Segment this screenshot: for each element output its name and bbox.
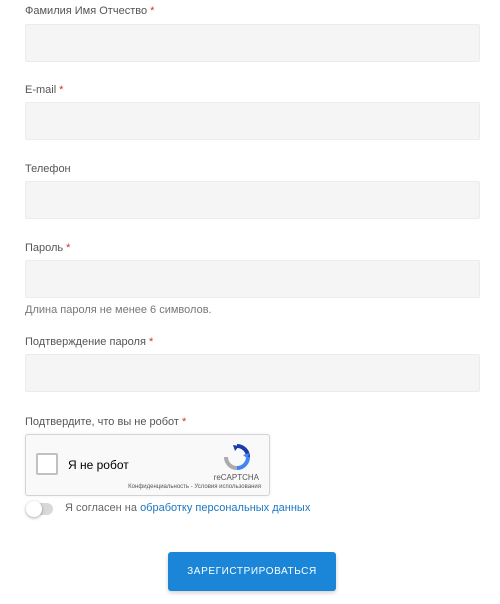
password-label: Пароль * [25, 241, 70, 255]
captcha-label: Подтвердите, что вы не робот * [25, 415, 186, 429]
terms-link[interactable]: Условия использования [194, 484, 261, 490]
privacy-link[interactable]: Конфиденциальность [128, 484, 189, 490]
fullname-input[interactable] [25, 24, 480, 62]
consent-toggle[interactable] [26, 501, 53, 517]
password-confirm-input[interactable] [25, 354, 480, 392]
email-input[interactable] [25, 102, 480, 140]
personal-data-link[interactable]: обработку персональных данных [140, 502, 310, 514]
required-mark: * [66, 242, 71, 254]
email-label: E-mail * [25, 83, 63, 97]
required-mark: * [148, 336, 154, 348]
recaptcha-links: Конфиденциальность - Условия использован… [128, 484, 261, 490]
password-hint: Длина пароля не менее 6 символов. [25, 304, 212, 316]
fullname-label-text: Фамилия Имя Отчество [25, 5, 148, 17]
consent-text: Я согласен на обработку персональных дан… [65, 502, 310, 514]
password-confirm-label: Подтверждение пароля * [25, 335, 153, 349]
password-input[interactable] [25, 260, 480, 298]
password-confirm-label-text: Подтверждение пароля [25, 336, 146, 348]
recaptcha-brand: reCAPTCHA [213, 473, 259, 482]
phone-input[interactable] [25, 181, 480, 219]
fullname-label: Фамилия Имя Отчество * [25, 4, 154, 18]
required-mark: * [150, 5, 155, 17]
toggle-knob [26, 501, 42, 517]
captcha-label-text: Подтвердите, что вы не робот [25, 416, 179, 428]
register-button[interactable]: ЗАРЕГИСТРИРОВАТЬСЯ [168, 552, 336, 591]
phone-label: Телефон [25, 162, 71, 176]
required-mark: * [59, 84, 64, 96]
captcha-checkbox-label: Я не робот [68, 458, 129, 472]
password-label-text: Пароль [25, 242, 64, 254]
email-label-text: E-mail [25, 84, 57, 96]
recaptcha-logo-icon [224, 444, 250, 470]
consent-label: Я согласен на [65, 502, 137, 514]
required-mark: * [181, 416, 187, 428]
phone-label-text: Телефон [25, 163, 71, 175]
recaptcha-widget: Я не робот reCAPTCHA Конфиденциальность … [25, 434, 270, 496]
captcha-checkbox[interactable] [36, 453, 58, 475]
